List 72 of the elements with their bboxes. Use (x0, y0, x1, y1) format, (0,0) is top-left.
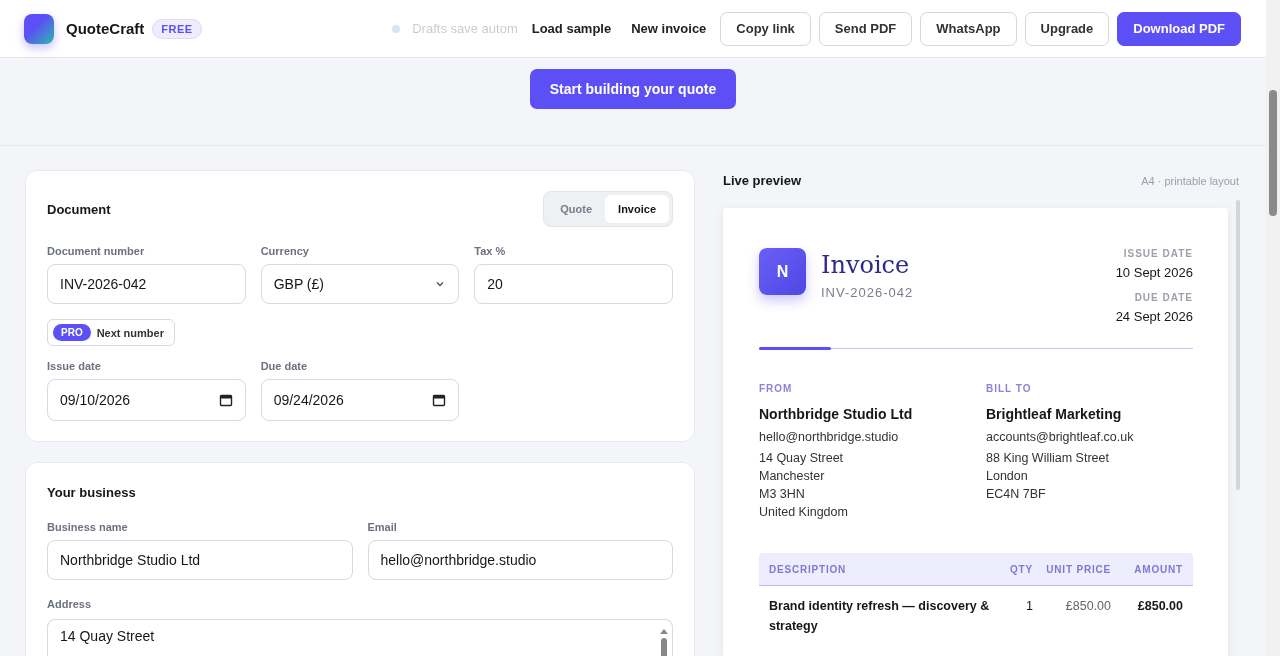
start-button[interactable]: Start building your quote (529, 69, 737, 109)
input-field[interactable]: INV-2026-042 (47, 264, 246, 304)
table-cell-text: £850.00 (1064, 598, 1111, 615)
plan-badge: FREE (152, 18, 202, 39)
meta-value: 10 Sept 2026 (1115, 265, 1193, 280)
table-cell-text: Brand identity refresh — discovery & strategy (769, 598, 991, 635)
header-button[interactable]: Copy link (720, 11, 811, 46)
preview-hint: A4 · printable layout (1141, 174, 1239, 187)
field-label: Currency (260, 245, 310, 257)
meta-label: ISSUE DATE (1123, 248, 1193, 259)
document-title: Invoice (821, 251, 911, 279)
address-line: London (986, 469, 1029, 483)
address-line: M3 3HN (759, 487, 806, 501)
table-cell-text: 1 (1025, 598, 1033, 615)
address-line: United Kingdom (759, 505, 849, 519)
input-field[interactable]: 20 (474, 264, 673, 304)
card-title: Document (47, 201, 111, 217)
status-dot (392, 24, 401, 33)
party-label: BILL TO (986, 383, 1033, 394)
doc-type-tab[interactable]: Invoice (605, 195, 669, 223)
app-logo (24, 13, 54, 44)
header-button[interactable]: Load sample (525, 11, 618, 46)
doc-type-tab[interactable]: Quote (547, 195, 606, 223)
field-label: Document number (47, 245, 146, 257)
header-button[interactable]: Send PDF (818, 11, 913, 46)
scrollbar[interactable] (1236, 200, 1240, 490)
pro-badge: PRO (53, 324, 91, 341)
column-header: UNIT PRICE (1045, 563, 1111, 575)
card-title: Your business (47, 485, 136, 500)
currency-select[interactable]: GBP (£) (260, 264, 460, 304)
document-number: INV-2026-042 (821, 285, 914, 300)
date-field[interactable]: 09/10/2026 (47, 379, 246, 421)
address-textarea[interactable]: 14 Quay Street (47, 619, 673, 656)
scroll-thumb[interactable] (661, 638, 667, 656)
date-field[interactable]: 09/24/2026 (260, 379, 460, 421)
address-line: EC4N 7BF (986, 487, 1047, 501)
header-button[interactable]: Upgrade (1024, 11, 1110, 46)
accent-bar (759, 347, 831, 350)
header-button[interactable]: WhatsApp (920, 11, 1017, 46)
party-name: Northbridge Studio Ltd (759, 406, 914, 422)
page-scrollbar[interactable] (1269, 90, 1277, 216)
party-email: accounts@brightleaf.co.uk (986, 430, 1135, 444)
calendar-icon[interactable] (218, 393, 233, 407)
address-line: 88 King William Street (986, 451, 1110, 465)
party-label: FROM (759, 383, 794, 394)
field-label: Address (47, 598, 92, 610)
brand-name: QuoteCraft (66, 20, 145, 37)
header-button[interactable]: New invoice (625, 11, 713, 46)
meta-label: DUE DATE (1134, 292, 1193, 303)
scroll-up-icon[interactable] (660, 628, 668, 634)
preview-title: Live preview (723, 173, 802, 188)
address-line: 14 Quay Street (759, 451, 845, 465)
next-number-button[interactable]: PRO Next number (47, 319, 175, 346)
company-logo: N (759, 248, 806, 295)
input-field[interactable]: hello@northbridge.studio (367, 540, 673, 580)
field-label: Tax % (474, 245, 507, 257)
table-cell-text: £850.00 (1136, 598, 1183, 615)
party-name: Brightleaf Marketing (986, 406, 1123, 422)
field-label: Business name (47, 521, 129, 533)
column-header: QTY (1009, 563, 1033, 575)
address-line: Manchester (759, 469, 826, 483)
party-email: hello@northbridge.studio (759, 430, 900, 444)
meta-value: 24 Sept 2026 (1115, 309, 1193, 324)
field-label: Email (367, 521, 398, 533)
column-header: AMOUNT (1133, 563, 1183, 575)
calendar-icon[interactable] (432, 393, 447, 407)
field-label: Issue date (47, 360, 102, 372)
next-number-label: Next number (96, 326, 164, 339)
column-header: DESCRIPTION (769, 563, 848, 575)
header-button[interactable]: Download PDF (1117, 11, 1241, 46)
field-label: Due date (260, 360, 309, 372)
input-field[interactable]: Northbridge Studio Ltd (47, 540, 353, 580)
